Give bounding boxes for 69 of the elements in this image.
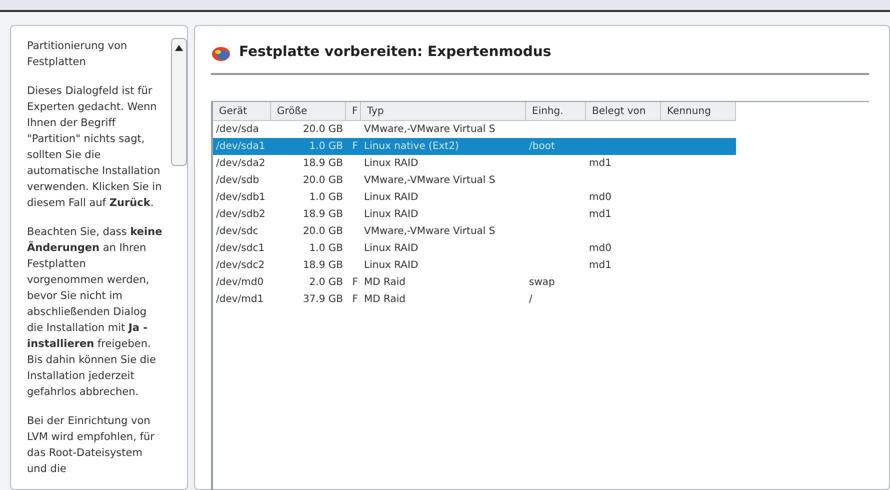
table-cell: 1.0 GB [309,192,343,203]
table-cell: /dev/sdc [216,226,258,237]
scrollbar[interactable] [171,38,187,166]
table-cell: /dev/sda1 [216,141,266,152]
table-row[interactable]: /dev/md1 37.9 GB F MD Raid / [213,291,736,308]
column-header[interactable]: Kennung [661,102,736,121]
table-cell: md1 [589,209,612,220]
table-cell: Linux RAID [364,192,418,203]
table-cell: 2.0 GB [309,277,343,288]
table-cell: VMware,-VMware Virtual S [364,175,496,186]
table-cell: 37.9 GB [302,294,343,305]
help-paragraph: Beachten Sie, dass keine Änderungen an Ihren Festplatten vorgenommen werden, bevor Sie nicht im abschließenden Dialog die Installation mit Ja - installieren freigeben. Bis dahin können Sie die Installation jederzeit gefahrlos abbrechen. [27,225,164,400]
table-cell: md1 [589,260,612,271]
table-row[interactable]: /dev/sdc1 1.0 GB Linux RAID md0 [213,240,736,257]
table-row[interactable]: /dev/md0 2.0 GB F MD Raid swap [213,274,736,291]
scroll-up-arrow-icon[interactable] [175,45,184,51]
table-cell: /dev/sdc1 [216,243,265,254]
table-cell: /dev/sdb2 [216,209,266,220]
table-cell: Linux RAID [364,243,418,254]
table-cell: /dev/sdb [216,175,260,186]
disk-logo-icon [211,44,231,60]
table-cell: 18.9 GB [302,158,343,169]
table-cell: 20.0 GB [302,175,343,186]
column-header[interactable]: Belegt von [586,102,661,121]
table-cell: 1.0 GB [309,141,343,152]
table-cell: MD Raid [364,294,406,305]
help-paragraph: Bei der Einrichtung von LVM wird empfohlen, für das Root-Dateisystem und die [27,414,156,477]
table-cell: Linux RAID [364,260,418,271]
column-header[interactable]: Gerät [213,102,271,121]
table-cell: VMware,-VMware Virtual S [364,226,496,237]
table-row[interactable]: /dev/sdb1 1.0 GB Linux RAID md0 [213,189,736,206]
table-cell: /dev/sdb1 [216,192,266,203]
table-cell: /dev/sda [216,124,259,135]
table-row[interactable]: /dev/sdb 20.0 GB VMware,-VMware Virtual S [213,172,736,189]
table-cell: md1 [589,158,612,169]
help-paragraph: Dieses Dialogfeld ist für Experten gedacht. Wenn Ihnen der Begriff "Partition" nichts sagt, sollten Sie die automatische Installation verwenden. Klicken Sie in diesem Fall auf Zurück. [27,84,163,211]
table-cell: Linux RAID [364,209,418,220]
table-cell: /dev/sdc2 [216,260,265,271]
dialog-title: Festplatte vorbereiten: Expertenmodus [239,43,552,62]
table-cell: F [352,141,358,152]
table-cell: /boot [529,141,555,152]
table-cell: 1.0 GB [309,243,343,254]
table-row[interactable]: /dev/sdc 20.0 GB VMware,-VMware Virtual S [213,223,736,240]
column-header[interactable]: Einhg. [526,102,586,121]
table-cell: /dev/md1 [216,294,264,305]
table-cell: 18.9 GB [302,209,343,220]
table-row[interactable]: /dev/sdc2 18.9 GB Linux RAID md1 [213,257,736,274]
table-row[interactable]: /dev/sda2 18.9 GB Linux RAID md1 [213,155,736,172]
table-cell: md0 [589,243,612,254]
table-cell: md0 [589,192,612,203]
table-cell: 20.0 GB [302,124,343,135]
column-header[interactable]: Typ [361,102,526,121]
column-header[interactable]: Größe [271,102,346,121]
table-cell: Linux RAID [364,158,418,169]
table-cell: Linux native (Ext2) [364,141,459,152]
table-cell: F [352,294,358,305]
table-cell: swap [529,277,555,288]
column-header[interactable]: F [346,102,361,121]
table-cell: MD Raid [364,277,406,288]
table-cell: / [529,294,532,305]
table-cell: F [352,277,358,288]
table-cell: 18.9 GB [302,260,343,271]
table-row[interactable]: /dev/sda 20.0 GB VMware,-VMware Virtual S [213,121,736,138]
table-cell: VMware,-VMware Virtual S [364,124,496,135]
table-cell: /dev/md0 [216,277,264,288]
help-paragraph: Partitionierung von Festplatten [27,39,128,70]
table-cell: 20.0 GB [302,226,343,237]
table-row[interactable]: /dev/sdb2 18.9 GB Linux RAID md1 [213,206,736,223]
table-cell: /dev/sda2 [216,158,266,169]
